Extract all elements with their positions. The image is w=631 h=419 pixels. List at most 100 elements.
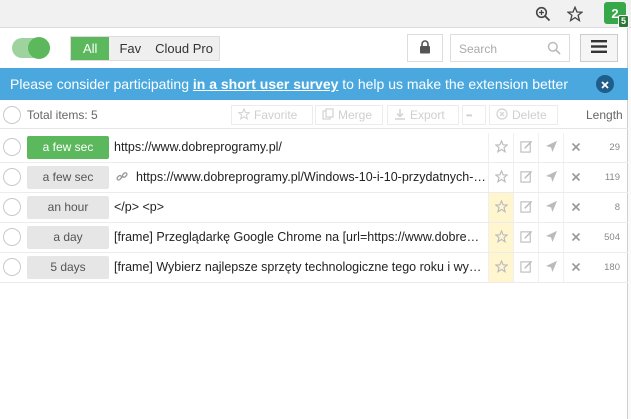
- tab-cloud-pro[interactable]: Cloud Pro: [151, 37, 219, 60]
- time-badge: a few sec: [27, 136, 109, 159]
- item-select-checkbox[interactable]: [3, 198, 21, 216]
- edit-item-button[interactable]: [513, 223, 538, 252]
- survey-banner: Please consider participating in a short…: [0, 68, 628, 100]
- item-text[interactable]: https://www.dobreprogramy.pl/: [114, 140, 486, 154]
- banner-text-after: to help us make the extension better: [338, 76, 568, 92]
- star-icon: [237, 107, 251, 123]
- list-item[interactable]: an hour </p> <p> 8: [0, 193, 628, 223]
- item-length: 29: [609, 142, 620, 153]
- list-item[interactable]: a few sec https://www.dobreprogramy.pl/29: [0, 133, 628, 163]
- search-icon: [547, 41, 561, 58]
- item-length: 8: [614, 202, 620, 213]
- send-item-button[interactable]: [538, 193, 563, 222]
- item-text[interactable]: https://www.dobreprogramy.pl/Windows-10-…: [136, 170, 486, 184]
- item-select-checkbox[interactable]: [3, 228, 21, 246]
- extension-clipboard-icon[interactable]: 2 5: [604, 2, 629, 28]
- enable-toggle[interactable]: [12, 37, 50, 59]
- menu-button[interactable]: [580, 34, 618, 62]
- tab-all[interactable]: All: [71, 37, 110, 60]
- item-length: 180: [604, 262, 620, 273]
- item-select-checkbox[interactable]: [3, 168, 21, 186]
- favorite-item-button[interactable]: [488, 133, 513, 162]
- tab-fav[interactable]: Fav: [109, 37, 151, 60]
- edit-icon: [519, 260, 533, 276]
- close-icon: [571, 230, 581, 245]
- item-text[interactable]: [frame] Wybierz najlepsze sprzęty techno…: [114, 260, 486, 274]
- edit-item-button[interactable]: [513, 193, 538, 222]
- select-all-checkbox[interactable]: [3, 106, 21, 124]
- delete-item-button[interactable]: [563, 223, 588, 252]
- delete-button[interactable]: Delete: [489, 105, 558, 125]
- delete-item-button[interactable]: [563, 133, 588, 162]
- browser-toolbar: 2 5: [0, 0, 631, 28]
- item-text[interactable]: </p> <p>: [114, 200, 486, 214]
- time-badge: an hour: [27, 196, 109, 219]
- paper-plane-icon: [545, 170, 558, 186]
- item-select-checkbox[interactable]: [3, 258, 21, 276]
- star-icon: [493, 198, 509, 216]
- star-icon: [493, 228, 509, 246]
- favorite-item-button[interactable]: [488, 193, 513, 222]
- search-input[interactable]: [459, 40, 544, 58]
- close-icon: [571, 170, 581, 185]
- item-length: 504: [604, 232, 620, 243]
- merge-button[interactable]: Merge: [315, 105, 383, 125]
- star-icon: [493, 168, 509, 186]
- star-icon: [493, 258, 509, 276]
- time-badge: a day: [27, 226, 109, 249]
- more-button[interactable]: •••: [462, 105, 486, 125]
- delete-item-button[interactable]: [563, 193, 588, 222]
- edit-item-button[interactable]: [513, 253, 538, 282]
- toggle-knob: [28, 37, 50, 59]
- item-select-checkbox[interactable]: [3, 138, 21, 156]
- edit-item-button[interactable]: [513, 133, 538, 162]
- paper-plane-icon: [545, 200, 558, 216]
- favorite-item-button[interactable]: [488, 163, 513, 192]
- item-length: 119: [604, 172, 620, 183]
- favorite-item-button[interactable]: [488, 223, 513, 252]
- delete-item-button[interactable]: [563, 163, 588, 192]
- edit-icon: [519, 170, 533, 186]
- item-text[interactable]: [frame] Przeglądarkę Google Chrome na [u…: [114, 230, 486, 244]
- edit-icon: [519, 230, 533, 246]
- send-item-button[interactable]: [538, 133, 563, 162]
- favorite-button[interactable]: Favorite: [231, 105, 313, 125]
- send-item-button[interactable]: [538, 223, 563, 252]
- paper-plane-icon: [545, 260, 558, 276]
- popup-toolbar: All Fav Cloud Pro: [0, 28, 628, 68]
- send-item-button[interactable]: [538, 163, 563, 192]
- survey-link[interactable]: in a short user survey: [193, 76, 339, 92]
- close-icon: [571, 200, 581, 215]
- filter-tabs: All Fav Cloud Pro: [70, 36, 220, 61]
- clipboard-popup: All Fav Cloud Pro Please consider partic…: [0, 28, 628, 419]
- list-item[interactable]: a day [frame] Przeglądarkę Google Chrome …: [0, 223, 628, 253]
- paper-plane-icon: [545, 230, 558, 246]
- merge-label: Merge: [338, 108, 373, 122]
- favorite-label: Favorite: [254, 108, 298, 122]
- close-icon: [571, 260, 581, 275]
- link-icon: [116, 171, 128, 186]
- export-label: Export: [410, 108, 445, 122]
- action-bar: Total items: 5 Favorite Merge Export •••…: [0, 103, 628, 129]
- time-badge: a few sec: [27, 166, 109, 189]
- list-item[interactable]: a few sec https://www.dobreprogramy.pl/Wi…: [0, 163, 628, 193]
- bookmark-star-icon[interactable]: [565, 4, 585, 24]
- close-icon: [571, 140, 581, 155]
- more-label: •••: [466, 110, 472, 120]
- extension-badge: 5: [617, 15, 629, 28]
- banner-close-button[interactable]: [596, 75, 614, 93]
- export-button[interactable]: Export: [387, 105, 459, 125]
- length-sort-label[interactable]: Length: [586, 108, 623, 122]
- edit-item-button[interactable]: [513, 163, 538, 192]
- delete-label: Delete: [512, 108, 547, 122]
- delete-circle-icon: [496, 107, 508, 123]
- search-box: [450, 34, 570, 62]
- delete-item-button[interactable]: [563, 253, 588, 282]
- time-badge: 5 days: [27, 256, 109, 279]
- favorite-item-button[interactable]: [488, 253, 513, 282]
- lock-button[interactable]: [407, 34, 443, 62]
- list-item[interactable]: 5 days [frame] Wybierz najlepsze sprzęty …: [0, 253, 628, 283]
- lock-icon: [419, 39, 431, 57]
- send-item-button[interactable]: [538, 253, 563, 282]
- zoom-icon[interactable]: [533, 4, 553, 24]
